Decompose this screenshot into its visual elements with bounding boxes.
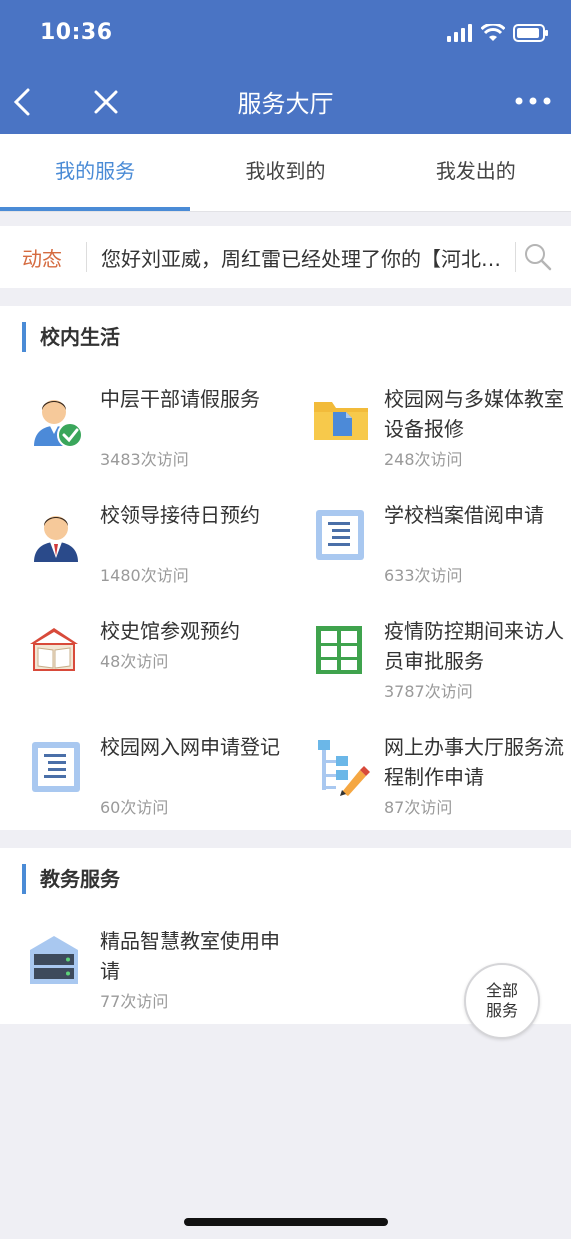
search-icon <box>525 244 552 271</box>
all-services-label-line2: 服务 <box>485 1001 518 1020</box>
service-item[interactable]: 校园网与多媒体教室设备报修 248次访问 <box>312 384 571 484</box>
search-button[interactable] <box>516 235 560 279</box>
wifi-icon <box>481 24 505 41</box>
service-item[interactable]: 校史馆参观预约 48次访问 <box>28 616 298 716</box>
folder-icon <box>314 402 368 440</box>
section-title: 校内生活 <box>22 322 120 352</box>
signal-icon <box>447 24 472 42</box>
service-visit-count: 48次访问 <box>100 652 169 671</box>
service-item[interactable]: 网上办事大厅服务流程制作申请 87次访问 <box>312 732 571 832</box>
service-visit-count: 87次访问 <box>384 798 453 817</box>
service-name: 校园网与多媒体教室设备报修 <box>384 387 564 441</box>
tab-sent[interactable]: 我发出的 <box>381 134 571 211</box>
tab-my-services[interactable]: 我的服务 <box>0 134 191 211</box>
table-grid-icon <box>316 626 362 674</box>
server-icon <box>30 936 78 984</box>
status-bar: 10:36 <box>0 0 571 70</box>
home-indicator <box>184 1218 388 1226</box>
page-title: 服务大厅 <box>237 90 334 118</box>
service-visit-count: 248次访问 <box>384 450 463 469</box>
service-name: 学校档案借阅申请 <box>384 503 544 527</box>
service-visit-count: 77次访问 <box>100 992 169 1011</box>
service-name: 疫情防控期间来访人员审批服务 <box>384 619 564 673</box>
tab-received[interactable]: 我收到的 <box>190 134 380 211</box>
service-visit-count: 60次访问 <box>100 798 169 817</box>
service-visit-count: 633次访问 <box>384 566 463 585</box>
tab-bar: 我的服务 我收到的 我发出的 <box>0 134 571 212</box>
service-item[interactable]: 中层干部请假服务 3483次访问 <box>28 384 298 484</box>
service-item[interactable]: 精品智慧教室使用申请 77次访问 <box>28 926 298 1026</box>
nav-bar: 服务大厅 <box>0 70 571 134</box>
service-name: 校园网入网申请登记 <box>100 735 280 759</box>
service-visit-count: 1480次访问 <box>100 566 189 585</box>
section-title: 教务服务 <box>22 864 120 894</box>
service-item[interactable]: 校领导接待日预约 1480次访问 <box>28 500 298 600</box>
status-time: 10:36 <box>40 20 113 45</box>
news-text[interactable]: 您好刘亚威，周红雷已经处理了你的【河北师范大学校园网入网申请】 <box>101 243 511 272</box>
service-name: 网上办事大厅服务流程制作申请 <box>384 735 564 789</box>
news-label: 动态 <box>22 246 62 271</box>
flowchart-edit-icon <box>318 740 370 796</box>
divider <box>86 242 87 272</box>
document-icon <box>32 742 80 792</box>
system-icons <box>447 24 549 42</box>
app-header: 10:36 服务大厅 <box>0 0 571 134</box>
more-dots-icon <box>515 97 551 105</box>
document-icon <box>316 510 364 560</box>
service-name: 校史馆参观预约 <box>100 619 240 643</box>
battery-icon <box>513 24 548 42</box>
leader-icon <box>34 516 78 562</box>
service-item[interactable]: 学校档案借阅申请 633次访问 <box>312 500 571 600</box>
museum-book-icon <box>30 628 78 671</box>
service-item[interactable]: 校园网入网申请登记 60次访问 <box>28 732 298 832</box>
all-services-button[interactable]: 全部 服务 <box>464 963 540 1039</box>
service-name: 精品智慧教室使用申请 <box>100 929 280 983</box>
service-name: 中层干部请假服务 <box>100 387 260 411</box>
service-item[interactable]: 疫情防控期间来访人员审批服务 3787次访问 <box>312 616 571 716</box>
news-ticker[interactable]: 动态 您好刘亚威，周红雷已经处理了你的【河北师范大学校园网入网申请】 <box>0 226 571 288</box>
service-visit-count: 3787次访问 <box>384 682 473 701</box>
section-campus-life: 校内生活 中层干部请假服务 3483次访问 校园网与多媒体教室设备报修 248次… <box>0 306 571 830</box>
service-name: 校领导接待日预约 <box>100 503 260 527</box>
cadre-approved-icon <box>34 400 83 448</box>
more-button[interactable] <box>513 86 553 116</box>
all-services-label-line1: 全部 <box>485 981 518 1000</box>
service-visit-count: 3483次访问 <box>100 450 189 469</box>
